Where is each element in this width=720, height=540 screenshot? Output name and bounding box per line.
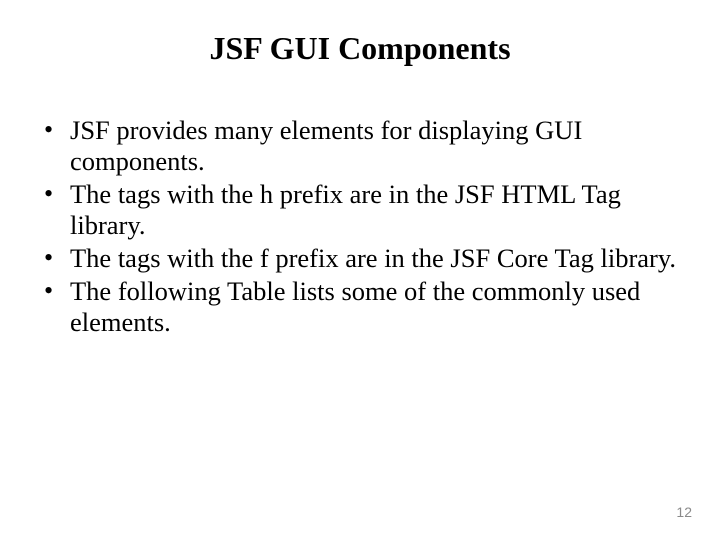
list-item: The tags with the h prefix are in the JS… [44,179,684,241]
list-item: The tags with the f prefix are in the JS… [44,243,684,274]
page-number: 12 [676,504,692,520]
list-item: JSF provides many elements for displayin… [44,115,684,177]
list-item: The following Table lists some of the co… [44,276,684,338]
slide-title: JSF GUI Components [36,30,684,67]
bullet-list: JSF provides many elements for displayin… [36,115,684,338]
